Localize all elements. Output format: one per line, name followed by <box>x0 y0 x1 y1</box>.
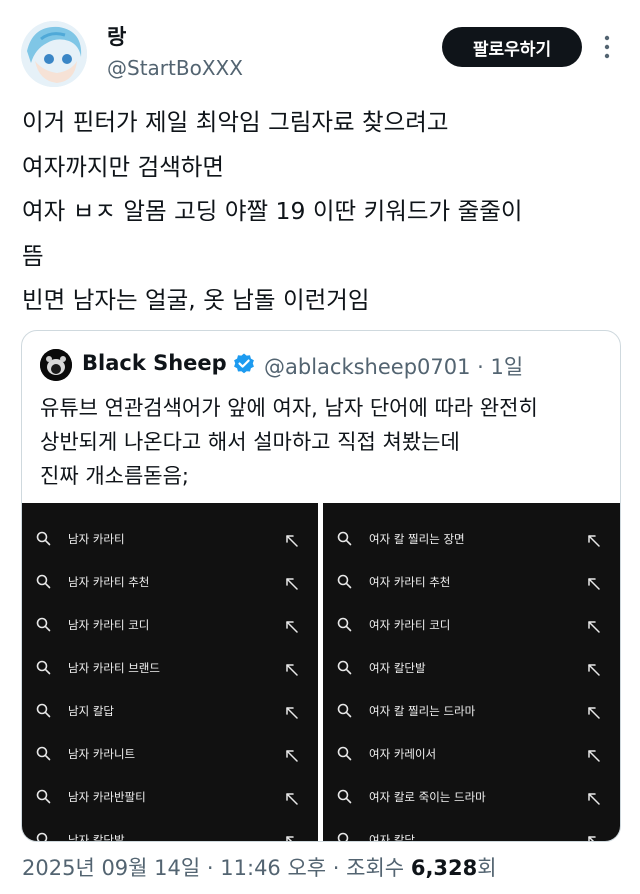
quoted-author-name[interactable]: Black Sheep <box>82 351 227 375</box>
search-suggestions-left: 남자 카라티남자 카라티 추천남자 카라티 코디남자 카라티 브랜드남지 칼답남… <box>22 503 318 841</box>
search-suggestion-item[interactable]: 남자 카라티 브랜드 <box>22 646 318 689</box>
meta-separator: · <box>477 355 484 379</box>
search-suggestion-label: 남자 카라티 추천 <box>68 574 150 589</box>
search-suggestion-item[interactable]: 남자 카라티 추천 <box>22 560 318 603</box>
search-icon <box>337 746 352 761</box>
quoted-author-meta: @ablacksheep0701 · 1일 <box>264 351 523 381</box>
search-icon <box>36 703 51 718</box>
verified-badge-icon <box>232 352 256 376</box>
search-icon <box>36 832 51 841</box>
quoted-author-avatar[interactable] <box>40 349 72 381</box>
search-suggestion-label: 여자 칼단발 <box>369 660 426 675</box>
quoted-text-line: 진짜 개소름돋음; <box>40 464 189 488</box>
author-display-name[interactable]: 랑 <box>107 21 126 51</box>
search-suggestion-label: 남자 카라반팔티 <box>68 789 146 804</box>
tweet-time[interactable]: 11:46 오후 <box>220 856 326 880</box>
fill-arrow-icon[interactable] <box>285 618 298 633</box>
search-suggestion-label: 여자 칼 찔리는 드라마 <box>369 703 476 718</box>
quoted-text-line: 유튜브 연관검색어가 앞에 여자, 남자 단어에 따라 완전히 <box>40 396 538 420</box>
fill-arrow-icon[interactable] <box>285 575 298 590</box>
fill-arrow-icon[interactable] <box>587 704 600 719</box>
tweet-line: 뜸 <box>22 241 44 270</box>
search-suggestion-item[interactable]: 여자 칼로 죽이는 드라마 <box>323 775 620 818</box>
search-suggestion-item[interactable]: 여자 칼단발 <box>323 646 620 689</box>
quoted-tweet-time[interactable]: 1일 <box>491 355 524 379</box>
search-icon <box>36 531 51 546</box>
quoted-author-handle[interactable]: @ablacksheep0701 <box>264 355 470 379</box>
tweet-line: 여자 ㅂㅈ 알몸 고딩 야짤 19 이딴 키워드가 줄줄이 <box>22 197 523 225</box>
tweet-text: 이거 핀터가 제일 최악임 그림자료 찾으려고 여자까지만 검색하면 여자 ㅂㅈ… <box>22 100 622 323</box>
search-icon <box>337 789 352 804</box>
search-icon <box>36 617 51 632</box>
search-icon <box>36 574 51 589</box>
search-suggestion-item[interactable]: 여자 카레이서 <box>323 732 620 775</box>
search-suggestion-item[interactable]: 여자 카라티 코디 <box>323 603 620 646</box>
fill-arrow-icon[interactable] <box>587 661 600 676</box>
fill-arrow-icon[interactable] <box>587 532 600 547</box>
views-label: 조회수 <box>346 856 405 880</box>
search-suggestion-item[interactable]: 남자 카라티 <box>22 517 318 560</box>
fill-arrow-icon[interactable] <box>285 704 298 719</box>
quoted-tweet-text: 유튜브 연관검색어가 앞에 여자, 남자 단어에 따라 완전히 상반되게 나온다… <box>40 391 610 493</box>
search-suggestion-item[interactable]: 여자 칼답 <box>323 818 620 841</box>
fill-arrow-icon[interactable] <box>587 618 600 633</box>
more-icon[interactable] <box>600 34 614 60</box>
fill-arrow-icon[interactable] <box>285 833 298 841</box>
follow-button[interactable]: 팔로우하기 <box>442 27 582 67</box>
search-suggestion-label: 남자 카라티 <box>68 531 125 546</box>
search-icon <box>36 660 51 675</box>
search-suggestion-label: 여자 카라티 추천 <box>369 574 451 589</box>
tweet-line: 빈면 남자는 얼굴, 옷 남돌 이런거임 <box>22 286 370 314</box>
fill-arrow-icon[interactable] <box>285 747 298 762</box>
views-count: 6,328 <box>410 856 478 880</box>
search-suggestion-item[interactable]: 여자 칼 찔리는 장면 <box>323 517 620 560</box>
search-suggestion-label: 남지 칼답 <box>68 703 114 718</box>
views-suffix: 회 <box>477 856 497 880</box>
search-suggestion-label: 남자 카라티 브랜드 <box>68 660 160 675</box>
author-avatar[interactable] <box>21 21 87 87</box>
search-suggestion-label: 남자 카라니트 <box>68 746 136 761</box>
search-suggestion-item[interactable]: 남자 카라니트 <box>22 732 318 775</box>
fill-arrow-icon[interactable] <box>587 833 600 841</box>
search-icon <box>337 531 352 546</box>
tweet-date[interactable]: 2025년 09월 14일 <box>22 856 200 880</box>
search-suggestions-right: 여자 칼 찔리는 장면여자 카라티 추천여자 카라티 코디여자 칼단발여자 칼 … <box>323 503 620 841</box>
search-icon <box>337 660 352 675</box>
quoted-tweet-card[interactable]: Black Sheep @ablacksheep0701 · 1일 유튜브 연관… <box>21 330 621 842</box>
quoted-text-line: 상반되게 나온다고 해서 설마하고 직접 쳐봤는데 <box>40 430 460 454</box>
search-icon <box>337 832 352 841</box>
search-suggestion-label: 여자 칼로 죽이는 드라마 <box>369 789 486 804</box>
fill-arrow-icon[interactable] <box>285 661 298 676</box>
search-suggestion-item[interactable]: 남지 칼답 <box>22 689 318 732</box>
search-icon <box>337 703 352 718</box>
search-suggestion-label: 여자 칼답 <box>369 832 415 842</box>
search-suggestion-item[interactable]: 남자 카라티 코디 <box>22 603 318 646</box>
author-handle[interactable]: @StartBoXXX <box>107 56 243 80</box>
search-icon <box>36 789 51 804</box>
search-suggestion-item[interactable]: 남자 카라반팔티 <box>22 775 318 818</box>
fill-arrow-icon[interactable] <box>587 575 600 590</box>
fill-arrow-icon[interactable] <box>285 790 298 805</box>
search-suggestion-item[interactable]: 여자 카라티 추천 <box>323 560 620 603</box>
search-suggestion-label: 남자 칼단발 <box>68 832 125 842</box>
tweet-timestamp: 2025년 09월 14일 · 11:46 오후 · 조회수 6,328회 <box>22 856 497 880</box>
search-icon <box>337 617 352 632</box>
search-suggestion-label: 남자 카라티 코디 <box>68 617 150 632</box>
search-suggestion-label: 여자 카레이서 <box>369 746 437 761</box>
search-icon <box>337 574 352 589</box>
fill-arrow-icon[interactable] <box>285 532 298 547</box>
search-suggestion-item[interactable]: 여자 칼 찔리는 드라마 <box>323 689 620 732</box>
fill-arrow-icon[interactable] <box>587 790 600 805</box>
search-suggestion-label: 여자 칼 찔리는 장면 <box>369 531 465 546</box>
search-icon <box>36 746 51 761</box>
tweet-line: 여자까지만 검색하면 <box>22 152 225 181</box>
search-suggestion-label: 여자 카라티 코디 <box>369 617 451 632</box>
fill-arrow-icon[interactable] <box>587 747 600 762</box>
tweet-line: 이거 핀터가 제일 최악임 그림자료 찾으려고 <box>22 108 449 136</box>
search-suggestion-item[interactable]: 남자 칼단발 <box>22 818 318 841</box>
